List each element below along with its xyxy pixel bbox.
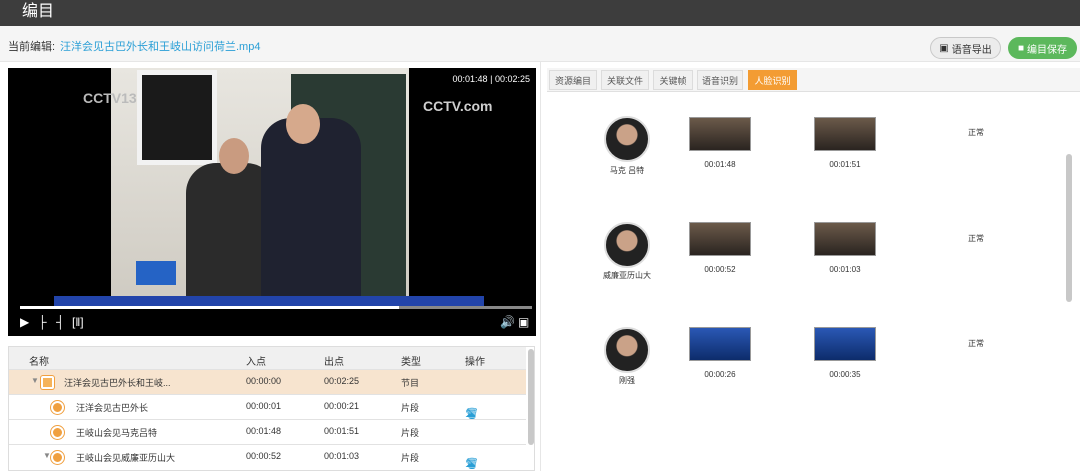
play-icon[interactable]: ▶ bbox=[20, 314, 29, 330]
row-out: 00:01:03 bbox=[324, 451, 360, 461]
face-status: 正常 bbox=[968, 339, 984, 348]
face-time: 00:00:52 bbox=[704, 265, 736, 274]
face-thumbnail[interactable] bbox=[689, 222, 751, 256]
face-time: 00:01:03 bbox=[829, 265, 861, 274]
trash-icon[interactable]: 🗑 bbox=[465, 457, 479, 470]
col-type: 类型 bbox=[401, 357, 421, 368]
seek-bar-fill bbox=[20, 306, 399, 309]
row-in: 00:00:01 bbox=[246, 401, 282, 411]
mark-out-icon[interactable]: ┤ bbox=[56, 314, 65, 330]
row-out: 00:02:25 bbox=[324, 376, 360, 386]
table-row[interactable]: 王岐山会见马克吕特 00:01:48 00:01:51 片段 bbox=[9, 419, 526, 444]
face-avatar bbox=[604, 222, 650, 268]
app-title: 编目 bbox=[22, 3, 55, 20]
right-panel-tabs: 资源编目 关联文件 关键帧 语音识别 人脸识别 bbox=[547, 68, 1080, 92]
tab-related-files[interactable]: 关联文件 bbox=[601, 70, 649, 90]
face-time: 00:01:48 bbox=[704, 160, 736, 169]
current-edit-label: 当前编辑: bbox=[8, 41, 56, 53]
face-name: 威廉亚历山大 bbox=[603, 271, 651, 280]
current-time: 00:01:48 bbox=[452, 74, 488, 84]
face-time: 00:01:51 bbox=[829, 160, 861, 169]
col-ops: 操作 bbox=[465, 357, 485, 368]
row-in: 00:00:00 bbox=[246, 376, 282, 386]
face-time: 00:00:35 bbox=[829, 370, 861, 379]
current-file-name[interactable]: 汪洋会见古巴外长和王岐山访问荷兰.mp4 bbox=[60, 38, 260, 54]
news-logo-badge bbox=[136, 261, 176, 285]
channel-watermark: CCTV13 bbox=[83, 90, 137, 106]
mark-in-icon[interactable]: ├ bbox=[38, 314, 47, 330]
seek-bar[interactable] bbox=[20, 306, 532, 309]
program-icon bbox=[41, 376, 54, 389]
scene-head-right bbox=[286, 104, 320, 144]
export-icon: ▣ bbox=[939, 42, 949, 54]
face-thumbnail[interactable] bbox=[814, 222, 876, 256]
panel-divider bbox=[540, 62, 541, 471]
face-thumbnail[interactable] bbox=[689, 327, 751, 361]
player-controls: ▶ ├ ┤ [‖] 🔊 ▣ bbox=[8, 312, 536, 336]
row-in: 00:00:52 bbox=[246, 451, 282, 461]
film-reel-icon bbox=[51, 401, 64, 414]
audio-export-label: 语音导出 bbox=[951, 44, 992, 56]
face-name: 刚强 bbox=[619, 376, 635, 385]
face-recognition-panel: 马克 吕特 00:01:48 00:01:51 正常 威廉亚历山大 00:00:… bbox=[547, 92, 1080, 471]
face-name: 马克 吕特 bbox=[609, 166, 645, 175]
face-thumbnail[interactable] bbox=[689, 117, 751, 151]
collapse-icon[interactable]: ▼ bbox=[31, 376, 39, 385]
row-type: 片段 bbox=[401, 428, 420, 438]
scene-head-left bbox=[219, 138, 249, 174]
col-in: 入点 bbox=[246, 357, 266, 368]
row-type: 节目 bbox=[401, 378, 420, 388]
tab-face-recognition[interactable]: 人脸识别 bbox=[748, 70, 797, 90]
app-titlebar: 编目 bbox=[0, 0, 1080, 26]
row-out: 00:01:51 bbox=[324, 426, 360, 436]
edit-header: 当前编辑: 汪洋会见古巴外长和王岐山访问荷兰.mp4 ▣ 语音导出 ■ 编目保存 bbox=[0, 26, 1080, 62]
table-row[interactable]: 汪洋会见古巴外长 00:00:01 00:00:21 片段 ☁ ✎ 🗑 bbox=[9, 394, 526, 420]
tab-keyframes[interactable]: 关键帧 bbox=[653, 70, 693, 90]
audio-export-button[interactable]: ▣ 语音导出 bbox=[930, 37, 1001, 59]
save-icon: ■ bbox=[1017, 42, 1025, 54]
video-player[interactable]: CCTV13 CCTV.com 00:01:48 | 00:02:25 ▶ ├ … bbox=[8, 68, 536, 336]
tab-speech-recognition[interactable]: 语音识别 bbox=[697, 70, 743, 90]
face-thumbnail[interactable] bbox=[814, 117, 876, 151]
fullscreen-icon[interactable]: ▣ bbox=[518, 314, 529, 330]
table-row[interactable]: ▼ 汪洋会见古巴外长和王岐... 00:00:00 00:02:25 节目 bbox=[9, 369, 526, 394]
clip-icon[interactable]: [‖] bbox=[72, 314, 84, 330]
row-name: 汪洋会见古巴外长 bbox=[76, 403, 149, 413]
scene-person-right bbox=[261, 118, 361, 300]
col-name: 名称 bbox=[29, 357, 49, 368]
row-name: 王岐山会见威廉亚历山大 bbox=[76, 453, 176, 463]
face-status: 正常 bbox=[968, 128, 984, 137]
video-frame bbox=[111, 68, 409, 300]
col-out: 出点 bbox=[324, 357, 344, 368]
volume-icon[interactable]: 🔊 bbox=[500, 314, 515, 330]
table-header: 名称 入点 出点 类型 操作 bbox=[9, 347, 526, 369]
segment-table: 名称 入点 出点 类型 操作 ▼ 汪洋会见古巴外长和王岐... 00:00:00… bbox=[8, 346, 535, 471]
face-avatar bbox=[604, 327, 650, 373]
table-scrollbar[interactable] bbox=[528, 349, 534, 445]
row-type: 片段 bbox=[401, 453, 420, 463]
face-time: 00:00:26 bbox=[704, 370, 736, 379]
duration: 00:02:25 bbox=[494, 74, 530, 84]
scene-window bbox=[137, 70, 217, 165]
film-reel-icon bbox=[51, 451, 64, 464]
row-type: 片段 bbox=[401, 403, 420, 413]
row-name: 王岐山会见马克吕特 bbox=[76, 428, 158, 438]
face-panel-scrollbar[interactable] bbox=[1066, 154, 1072, 302]
face-thumbnail[interactable] bbox=[814, 327, 876, 361]
collapse-icon[interactable]: ▼ bbox=[43, 451, 51, 460]
table-row[interactable]: ▼ 王岐山会见威廉亚历山大 00:00:52 00:01:03 片段 ☁ ✎ 🗑 bbox=[9, 444, 526, 470]
time-separator: | bbox=[490, 74, 493, 84]
catalog-save-button[interactable]: ■ 编目保存 bbox=[1008, 37, 1077, 59]
row-name: 汪洋会见古巴外长和王岐... bbox=[64, 378, 171, 388]
row-in: 00:01:48 bbox=[246, 426, 282, 436]
row-out: 00:00:21 bbox=[324, 401, 360, 411]
face-status: 正常 bbox=[968, 234, 984, 243]
catalog-save-label: 编目保存 bbox=[1027, 44, 1068, 56]
playback-time: 00:01:48 | 00:02:25 bbox=[453, 74, 530, 84]
site-watermark: CCTV.com bbox=[423, 98, 493, 114]
face-avatar bbox=[604, 116, 650, 162]
film-reel-icon bbox=[51, 426, 64, 439]
tab-resource-catalog[interactable]: 资源编目 bbox=[549, 70, 597, 90]
